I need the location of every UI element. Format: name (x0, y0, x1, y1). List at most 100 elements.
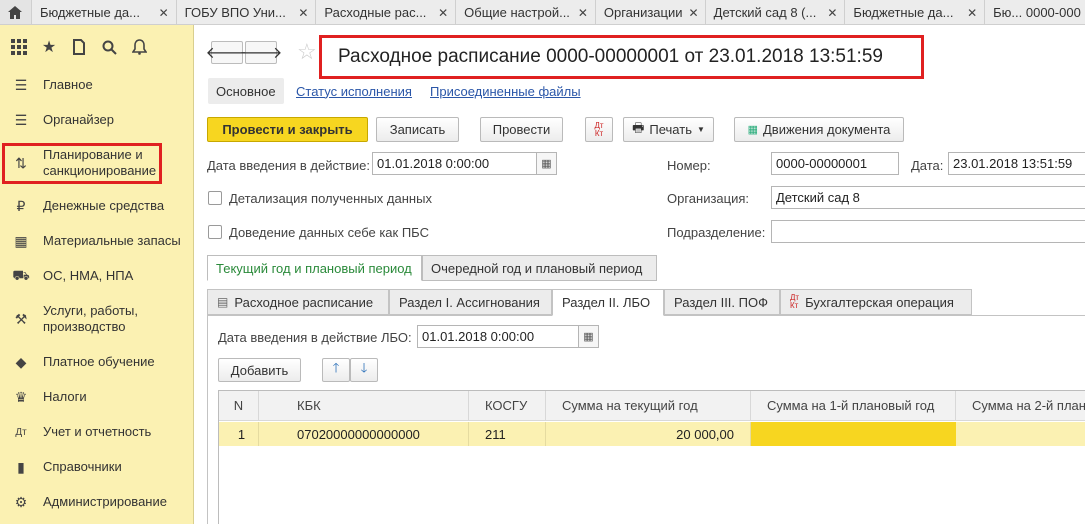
sidebar-item-admin[interactable]: ⚙ Администрирование (0, 492, 194, 512)
forward-button[interactable]: 🡒 (240, 41, 282, 64)
sidebar-item-label: Денежные средства (43, 198, 165, 213)
move-down-button[interactable]: 🡓 (350, 358, 378, 382)
tab-section-1[interactable]: Раздел I. Ассигнования (389, 289, 552, 315)
column-header-n[interactable]: N (219, 391, 259, 421)
subtab-status[interactable]: Статус исполнения (296, 78, 412, 104)
window-tab[interactable]: Общие настрой... ✕ (456, 0, 596, 24)
save-button[interactable]: Записать (376, 117, 459, 142)
sidebar-item-main[interactable]: ☰ Главное (0, 75, 194, 95)
sidebar-toolbar: ★ (0, 25, 193, 69)
document-icon: ▤ (217, 295, 229, 309)
sidebar-item-inventory[interactable]: ▦ Материальные запасы (0, 231, 194, 251)
move-up-button[interactable]: 🡑 (322, 358, 350, 382)
tab-label: Расходное расписание (234, 294, 374, 310)
close-icon[interactable]: ✕ (298, 6, 308, 20)
tab-label: Раздел I. Ассигнования (399, 294, 540, 310)
arrow-up-icon: 🡑 (332, 360, 340, 375)
date-field[interactable]: 01.01.2018 0:00:00 (372, 152, 537, 175)
close-icon[interactable]: ✕ (159, 6, 169, 20)
column-header-kbk[interactable]: КБК (259, 391, 469, 421)
inventory-icon: ▦ (14, 232, 28, 249)
chevron-down-icon: ▼ (696, 125, 705, 134)
window-tab-label: Бюджетные да... (39, 5, 140, 20)
close-icon[interactable]: ✕ (967, 6, 977, 20)
favorites-star-icon[interactable]: ★ (36, 34, 62, 60)
education-icon: ◆ (15, 353, 27, 370)
page-title-frame: Расходное расписание 0000-00000001 от 23… (319, 35, 924, 79)
period-current-tab[interactable]: Текущий год и плановый период (207, 255, 422, 281)
cell-kbk[interactable]: 07020000000000000 (259, 422, 469, 446)
lbo-table: N КБК КОСГУ Сумма на текущий год Сумма н… (218, 390, 1085, 524)
window-tab[interactable]: ГОБУ ВПО Уни... ✕ (177, 0, 317, 24)
dept-field[interactable] (771, 220, 1085, 243)
subtab-files[interactable]: Присоединенные файлы (430, 78, 581, 104)
period-next-tab[interactable]: Очередной год и плановый период (422, 255, 657, 281)
cell-sum-1-active[interactable] (751, 422, 956, 446)
window-tab[interactable]: Расходные рас... ✕ (316, 0, 457, 24)
window-tab-label: ГОБУ ВПО Уни... (184, 5, 286, 20)
calendar-icon[interactable]: ▦ (579, 325, 599, 348)
column-header-kosgu[interactable]: КОСГУ (469, 391, 546, 421)
detail-checkbox[interactable] (208, 191, 222, 205)
window-tab[interactable]: Бю... 0000-000 (985, 0, 1085, 24)
sidebar-item-organizer[interactable]: ☰ Органайзер (0, 110, 194, 130)
add-button[interactable]: Добавить (218, 358, 301, 382)
dt-kt-icon: Дт Кт (594, 120, 604, 138)
close-icon[interactable]: ✕ (689, 6, 699, 20)
movements-button[interactable]: ▦ Движения документа (734, 117, 904, 142)
window-tab-label: Бю... 0000-000 (993, 5, 1081, 20)
bell-icon[interactable] (126, 34, 152, 60)
dt-kt-button[interactable]: Дт Кт (585, 117, 613, 142)
sidebar-item-taxes[interactable]: ♛ Налоги (0, 387, 194, 407)
search-icon[interactable] (96, 34, 122, 60)
sidebar-item-label: Налоги (43, 389, 87, 404)
cell-sum-2[interactable] (956, 422, 1085, 446)
date2-field[interactable]: 23.01.2018 13:51:59 (948, 152, 1085, 175)
calendar-icon[interactable]: ▦ (537, 152, 557, 175)
column-header-sum-current[interactable]: Сумма на текущий год (546, 391, 751, 421)
post-close-button[interactable]: Провести и закрыть (207, 117, 368, 142)
sidebar: ★ ☰ Главное ☰ Органайзер ⇅ Планирование … (0, 25, 194, 524)
window-tab[interactable]: Бюджетные да... ✕ (32, 0, 177, 24)
tab-expense-schedule[interactable]: ▤ Расходное расписание (207, 289, 389, 315)
favorite-star-icon[interactable]: ☆ (297, 39, 317, 65)
home-tab[interactable] (0, 0, 32, 24)
cell-sum-current[interactable]: 20 000,00 (546, 422, 751, 446)
tab-label: Раздел II. ЛБО (562, 295, 651, 310)
column-header-sum-1[interactable]: Сумма на 1-й плановый год (751, 391, 956, 421)
tab-accounting-operation[interactable]: Дт Кт Бухгалтерская операция (780, 289, 972, 315)
subtab-main[interactable]: Основное (208, 78, 284, 104)
org-field[interactable]: Детский сад 8 (771, 186, 1085, 209)
number-field[interactable]: 0000-00000001 (771, 152, 899, 175)
cell-n[interactable]: 1 (219, 422, 259, 446)
sidebar-item-label: Главное (43, 77, 93, 92)
lbo-date-field[interactable]: 01.01.2018 0:00:00 (417, 325, 579, 348)
column-header-sum-2[interactable]: Сумма на 2-й плановый год (956, 391, 1085, 421)
window-tabs-bar: Бюджетные да... ✕ ГОБУ ВПО Уни... ✕ Расход… (0, 0, 1085, 25)
apps-grid-icon[interactable] (6, 34, 32, 60)
post-button[interactable]: Провести (480, 117, 563, 142)
sidebar-item-education[interactable]: ◆ Платное обучение (0, 352, 194, 372)
window-tab[interactable]: Бюджетные да... ✕ (845, 0, 986, 24)
close-icon[interactable]: ✕ (578, 6, 588, 20)
tab-section-2[interactable]: Раздел II. ЛБО (552, 289, 664, 316)
bring-checkbox[interactable] (208, 225, 222, 239)
print-button[interactable]: 🖶 Печать ▼ (623, 117, 714, 142)
back-button[interactable]: 🡐 (206, 41, 248, 64)
sidebar-item-money[interactable]: ₽ Денежные средства (0, 196, 194, 216)
window-tab-label: Расходные рас... (324, 5, 427, 20)
window-tab[interactable]: Организации ✕ (596, 0, 706, 24)
close-icon[interactable]: ✕ (827, 6, 837, 20)
tab-section-3[interactable]: Раздел III. ПОФ (664, 289, 780, 315)
close-icon[interactable]: ✕ (438, 6, 448, 20)
window-tab[interactable]: Детский сад 8 (... ✕ (706, 0, 846, 24)
history-icon[interactable] (66, 34, 92, 60)
list-icon: ☰ (14, 76, 28, 93)
cell-kosgu[interactable]: 211 (469, 422, 546, 446)
sidebar-item-accounting[interactable]: Дт Учет и отчетность (0, 422, 194, 442)
sidebar-item-fixed-assets[interactable]: ⛟ ОС, НМА, НПА (0, 266, 194, 286)
sidebar-item-references[interactable]: ▮ Справочники (0, 457, 194, 477)
sidebar-item-label: ОС, НМА, НПА (43, 268, 134, 283)
sidebar-item-services[interactable]: ⚒ Услуги, работы, производство (0, 301, 194, 337)
sidebar-item-label: Материальные запасы (43, 233, 181, 248)
